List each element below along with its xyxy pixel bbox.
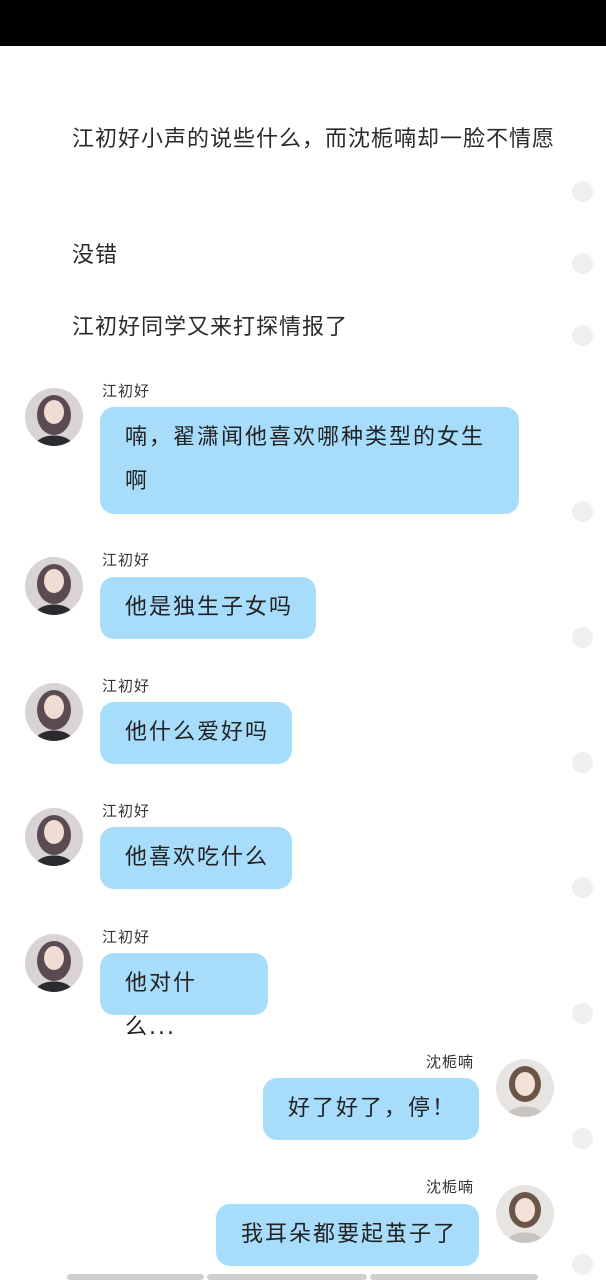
message-bubble[interactable]: 喃，翟潇闻他喜欢哪种类型的女生啊 [100, 407, 519, 514]
speaker-name: 江初好 [102, 802, 151, 820]
avatar[interactable] [496, 1185, 554, 1243]
speaker-name: 沈栀喃 [426, 1053, 475, 1071]
speaker-name: 沈栀喃 [426, 1178, 475, 1196]
message-bubble[interactable]: 他是独生子女吗 [100, 577, 316, 639]
avatar[interactable] [496, 1059, 554, 1117]
comment-dot-icon[interactable] [572, 877, 593, 898]
comment-dot-icon[interactable] [572, 181, 593, 202]
comment-dot-icon[interactable] [572, 627, 593, 648]
speaker-name: 江初好 [102, 382, 151, 400]
speaker-name: 江初好 [102, 551, 151, 569]
narration-text: 没错 [72, 243, 119, 268]
comment-dot-icon[interactable] [572, 1003, 593, 1024]
avatar[interactable] [25, 683, 83, 741]
message-bubble[interactable]: 他对什么... [100, 953, 268, 1040]
comment-dot-icon[interactable] [572, 253, 593, 274]
avatar[interactable] [25, 808, 83, 866]
speaker-name: 江初好 [102, 677, 151, 695]
comment-dot-icon[interactable] [572, 1254, 593, 1275]
narration-text: 江初好小声的说些什么，而沈栀喃却一脸不情愿 [72, 127, 556, 152]
comment-dot-icon[interactable] [572, 501, 593, 522]
narration-text: 江初好同学又来打探情报了 [72, 315, 349, 340]
comment-dot-icon[interactable] [572, 752, 593, 773]
comment-dot-icon[interactable] [572, 1128, 593, 1149]
message-bubble[interactable]: 我耳朵都要起茧子了 [216, 1204, 479, 1266]
message-bubble[interactable]: 他什么爱好吗 [100, 702, 292, 764]
bottom-toolbar-segment [67, 1274, 204, 1280]
speaker-name: 江初好 [102, 928, 151, 946]
avatar[interactable] [25, 388, 83, 446]
avatar[interactable] [25, 557, 83, 615]
comment-dot-icon[interactable] [572, 325, 593, 346]
message-bubble[interactable]: 他喜欢吃什么 [100, 827, 292, 889]
status-bar [0, 0, 606, 46]
bottom-toolbar-segment [370, 1274, 538, 1280]
avatar[interactable] [25, 934, 83, 992]
message-bubble[interactable]: 好了好了，停！ [263, 1078, 479, 1140]
bottom-toolbar-segment [207, 1274, 367, 1280]
